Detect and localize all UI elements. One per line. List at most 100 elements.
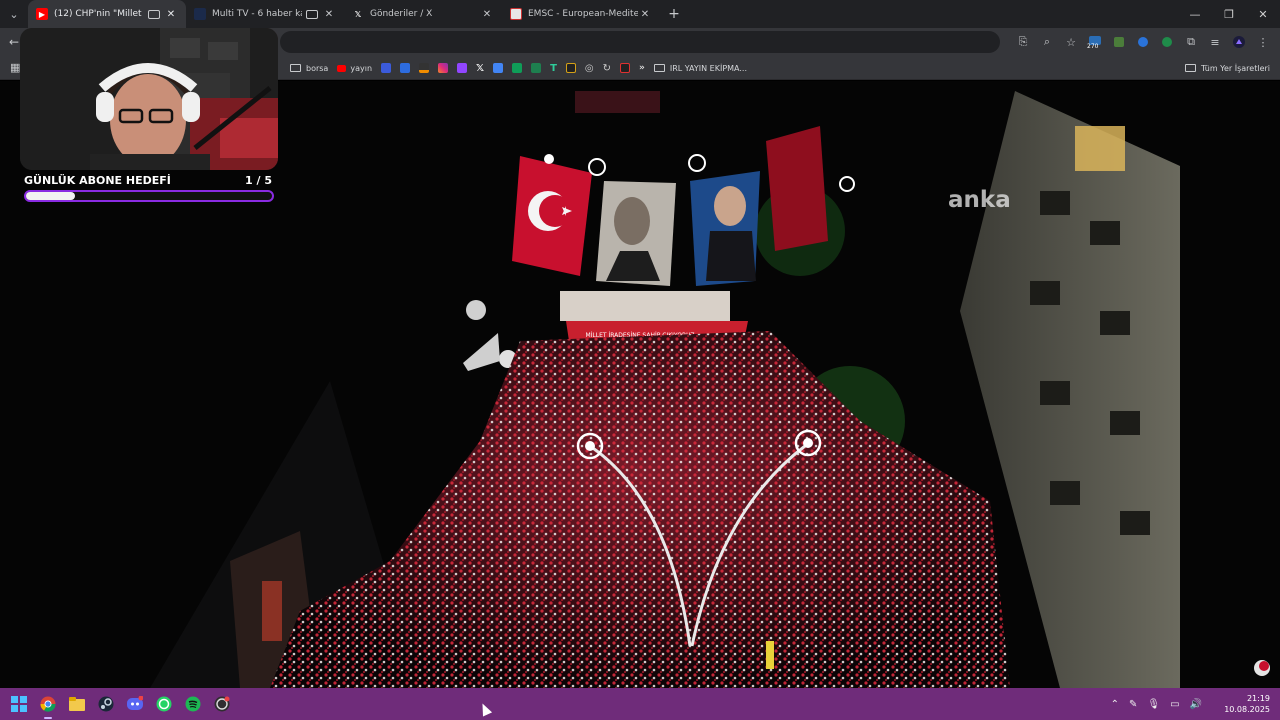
extension-icon[interactable] [1134,33,1152,51]
bookmark-icon-9[interactable] [531,63,542,73]
bookmark-icon-7[interactable] [493,63,504,73]
subscriber-goal-widget: GÜNLÜK ABONE HEDEFİ 1 / 5 [24,174,276,202]
bookmark-icon-6[interactable]: 𝕏 [476,63,484,74]
anka-watermark: anka [948,187,1011,213]
bookmark-star-icon[interactable]: ☆ [1062,33,1080,51]
bookmark-icon-10[interactable]: T [550,63,557,74]
media-control-icon[interactable]: ≡ [1206,33,1224,51]
bookmark-label: IRL YAYIN EKİPMA... [669,63,748,73]
close-tab-icon[interactable]: ✕ [164,9,178,20]
display-icon[interactable]: ▭ [1170,699,1179,710]
volume-icon[interactable]: 🔊 [1190,699,1202,710]
video-player[interactable]: MİLLET İRADESİNE SAHİP ÇIKIYORUZ anka [0,81,1280,688]
bookmark-icon-15[interactable]: » [639,63,645,73]
chrome-icon[interactable] [37,693,59,719]
profile-avatar[interactable] [1230,33,1248,51]
instagram-icon [438,63,449,73]
globe-icon: ◎ [584,62,594,74]
menu-kebab-icon[interactable]: ⋮ [1254,33,1272,51]
bookmark-icon-2[interactable] [400,63,411,73]
bookmark-icon-12[interactable]: ◎ [585,63,594,74]
media-playing-icon[interactable] [306,9,318,19]
goal-progress-bar [24,190,274,202]
all-bookmarks[interactable]: Tüm Yer İşaretleri [1184,56,1270,80]
bookmark-icon-3[interactable] [419,63,430,73]
discord-icon[interactable] [124,693,146,715]
media-playing-icon[interactable] [148,9,160,19]
docs-icon [493,63,504,73]
bookmark-irl-folder[interactable]: IRL YAYIN EKİPMA... [653,63,748,73]
close-window-icon[interactable]: ✕ [1246,0,1280,28]
tab-title: Gönderiler / X [370,9,433,19]
tab-chp-video[interactable]: ▶ (12) CHP'nin "Millet İradesine ✕ [28,0,186,28]
refresh-icon: ↻ [602,62,612,74]
bookmark-label: borsa [306,63,329,73]
bookmark-yayin[interactable]: yayın [337,64,372,73]
emsc-icon [510,8,522,20]
tab-emsc[interactable]: EMSC - European-Mediterranea ✕ [502,0,660,28]
install-app-icon[interactable]: ⎘ [1014,33,1032,51]
bookmark-icon-11[interactable] [565,63,576,73]
bookmark-icon-8[interactable] [512,63,523,73]
extension-counter-icon[interactable]: 270 [1086,33,1104,51]
tv-icon [194,8,206,20]
whatsapp-icon[interactable] [153,693,175,715]
address-bar[interactable] [280,31,1000,53]
obs-icon[interactable] [211,693,233,715]
chart-bookmark-icon [419,63,430,73]
browser-tabstrip: ⌄ ▶ (12) CHP'nin "Millet İradesine ✕ Mul… [0,0,1280,28]
spotify-icon[interactable] [182,693,204,715]
tab-x-posts[interactable]: 𝕏 Gönderiler / X ✕ [344,0,502,28]
bookmark-icon-1[interactable] [381,63,392,73]
bookmark-borsa[interactable]: borsa [290,64,328,73]
extension-icon[interactable] [1158,33,1176,51]
bookmark-list: borsa yayın 𝕏 T ◎ ↻ » IRL YAYIN EKİPMA..… [290,56,747,80]
window-controls: — ❐ ✕ [1178,0,1280,28]
file-explorer-icon[interactable] [66,693,88,715]
tab-search-button[interactable]: ⌄ [0,0,28,28]
close-tab-icon[interactable]: ✕ [638,9,652,20]
extension-icon[interactable] [1110,33,1128,51]
system-clock[interactable]: 21:19 10.08.2025 [1224,693,1270,715]
tab-title: EMSC - European-Mediterranea [528,9,638,19]
youtube-icon [337,64,347,72]
screen: ⌄ ▶ (12) CHP'nin "Millet İradesine ✕ Mul… [0,0,1280,720]
bookmark-icon-4[interactable] [438,63,449,73]
tab-title: (12) CHP'nin "Millet İradesine [54,9,144,19]
extensions-puzzle-icon[interactable]: ⧉ [1182,33,1200,51]
windows-taskbar: ⌃ ✎ 🎙 ▭ 🔊 21:19 10.08.2025 [0,688,1280,720]
refresh-bookmark-icon [381,63,392,73]
chevron-up-icon[interactable]: ⌃ [1111,699,1119,710]
maximize-icon[interactable]: ❐ [1212,0,1246,28]
bookmark-icon-14[interactable] [620,63,631,73]
x-icon: 𝕏 [354,9,362,19]
streamer-image [20,28,278,170]
x-icon: 𝕏 [476,62,485,74]
folder-icon [290,64,301,72]
minimize-icon[interactable]: — [1178,0,1212,28]
alert-bookmark-icon [620,63,631,73]
clock-time: 21:19 [1246,694,1270,703]
bookmark-label: yayın [350,63,373,73]
tab-multi-tv[interactable]: Multi TV - 6 haber kanalını ✕ [186,0,344,28]
rally-scene-image: MİLLET İRADESİNE SAHİP ÇIKIYORUZ [0,81,1280,688]
apps-grid-icon[interactable]: ▦ [10,61,20,74]
bookmark-icon-13[interactable]: ↻ [603,63,611,74]
check-bookmark-icon [400,63,411,73]
goal-count: 1 / 5 [245,174,272,187]
close-tab-icon[interactable]: ✕ [322,9,336,20]
steam-icon[interactable] [95,693,117,715]
windows-start-icon[interactable] [8,693,30,715]
close-tab-icon[interactable]: ✕ [480,9,494,20]
tab-title: Multi TV - 6 haber kanalını [212,9,302,19]
toolbar-icons: ⎘ ⌕ ☆ 270 ⧉ ≡ ⋮ [1014,28,1272,56]
goal-title: GÜNLÜK ABONE HEDEFİ [24,174,171,187]
goal-progress-fill [26,192,76,200]
youtube-icon: ▶ [36,8,48,20]
pen-icon[interactable]: ✎ [1129,699,1137,710]
streamer-webcam [20,28,278,170]
bookmark-icon-5[interactable] [457,63,468,73]
new-tab-button[interactable]: + [660,6,688,22]
microphone-icon[interactable]: 🎙 [1147,699,1160,710]
zoom-icon[interactable]: ⌕ [1038,33,1056,51]
